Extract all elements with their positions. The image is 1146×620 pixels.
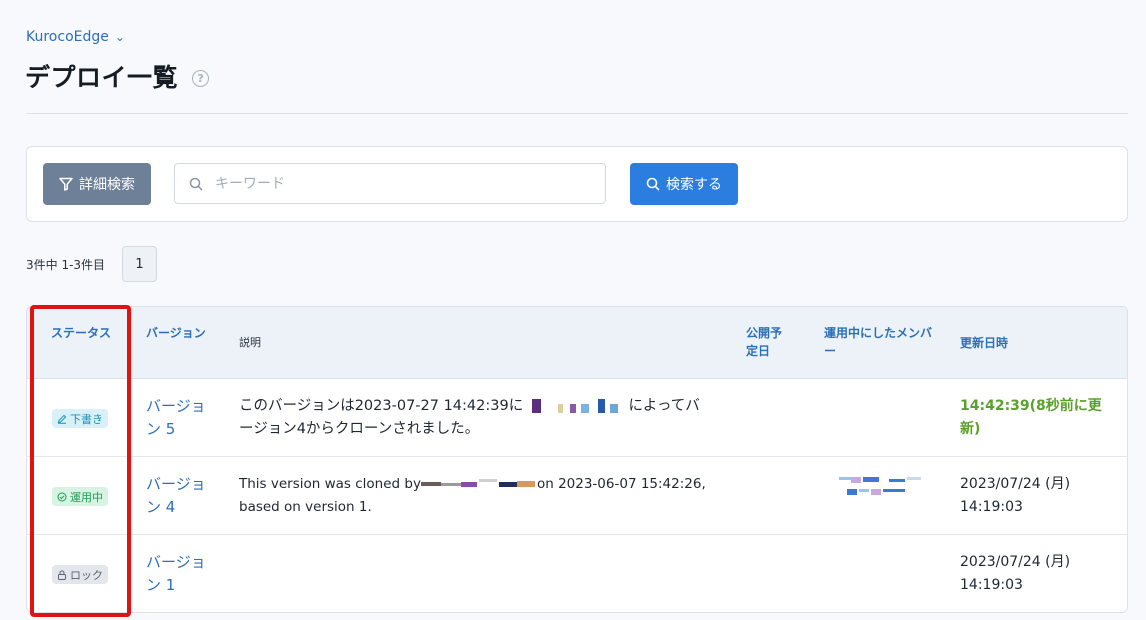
status-badge: 下書き <box>52 409 108 428</box>
status-label: 下書き <box>70 412 103 426</box>
app-selector-label: KurocoEdge <box>26 29 109 45</box>
check-circle-icon <box>57 492 67 501</box>
table-row: 運用中 バージョン 4 This version was cloned by o… <box>27 457 1127 535</box>
status-badge: 運用中 <box>52 487 108 506</box>
description-part: ージョン4からクローンされました。 <box>239 421 480 437</box>
description-part: on 2023-06-07 15:42:26, <box>536 476 706 492</box>
search-icon <box>189 177 203 190</box>
status-label: ロック <box>70 568 103 582</box>
description-part: based on version 1. <box>239 499 372 515</box>
description-part: このバージョンは2023-07-27 14:42:39に <box>239 398 524 414</box>
keyword-input[interactable] <box>215 175 595 192</box>
search-panel: 詳細検索 検索する <box>26 146 1128 222</box>
page-button-1[interactable]: 1 <box>122 246 157 282</box>
column-scheduled[interactable]: 公開予定日 <box>746 324 792 360</box>
updated-at: 2023/07/24 (月) 14:19:03 <box>960 554 1071 593</box>
lock-icon <box>58 570 66 580</box>
table-row: ロック バージョン 1 2023/07/24 (月) 14:19:03 <box>27 535 1127 612</box>
redacted-user <box>528 399 624 413</box>
advanced-search-button[interactable]: 詳細検索 <box>43 163 151 205</box>
search-icon <box>646 177 660 191</box>
column-version[interactable]: バージョン <box>146 324 206 342</box>
help-icon[interactable]: ? <box>192 69 210 87</box>
pencil-icon <box>57 414 67 424</box>
filter-icon <box>59 177 73 191</box>
version-link[interactable]: バージョン 4 <box>146 473 216 519</box>
column-status[interactable]: ステータス <box>51 324 111 342</box>
page-title: デプロイ一覧 <box>25 63 179 92</box>
deploy-table: ステータス バージョン 説明 公開予定日 運用中にしたメンバー 更新日時 下書き… <box>26 306 1128 613</box>
redacted-member <box>837 477 927 499</box>
description: このバージョンは2023-07-27 14:42:39に によってバ ージョン4… <box>239 395 709 441</box>
table-header: ステータス バージョン 説明 公開予定日 運用中にしたメンバー 更新日時 <box>27 307 1127 379</box>
table-row: 下書き バージョン 5 このバージョンは2023-07-27 14:42:39に… <box>27 379 1127 457</box>
column-updated[interactable]: 更新日時 <box>960 334 1008 352</box>
status-badge: ロック <box>52 565 108 584</box>
search-button[interactable]: 検索する <box>630 163 738 205</box>
description: This version was cloned by on 2023-06-07… <box>239 473 719 519</box>
advanced-search-label: 詳細検索 <box>79 177 135 193</box>
description-part: によってバ <box>628 398 700 414</box>
version-link[interactable]: バージョン 1 <box>146 551 216 597</box>
chevron-down-icon: ⌄ <box>114 30 125 44</box>
version-link[interactable]: バージョン 5 <box>146 395 216 441</box>
search-button-label: 検索する <box>666 177 722 193</box>
result-count: 3件中 1-3件目 <box>26 258 106 272</box>
description-part: This version was cloned by <box>239 476 421 492</box>
updated-at: 2023/07/24 (月) 14:19:03 <box>960 476 1071 515</box>
column-description: 説明 <box>239 336 261 349</box>
redacted-user <box>420 479 537 489</box>
updated-at: 14:42:39(8秒前に更新) <box>960 398 1102 437</box>
keyword-field[interactable] <box>174 163 606 204</box>
app-selector[interactable]: KurocoEdge ⌄ <box>26 29 125 45</box>
column-member[interactable]: 運用中にしたメンバー <box>824 324 934 360</box>
status-label: 運用中 <box>70 490 103 504</box>
divider <box>26 113 1128 114</box>
